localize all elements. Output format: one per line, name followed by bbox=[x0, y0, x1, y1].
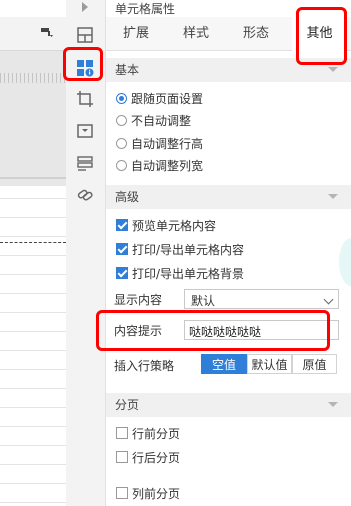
radio-auto-row-height[interactable]: 自动调整行高 bbox=[116, 134, 203, 152]
highlight-box-tooltip bbox=[96, 310, 330, 351]
radio-label: 跟随页面设置 bbox=[131, 91, 204, 106]
checkbox-indicator bbox=[116, 267, 128, 279]
tab-expand[interactable]: 扩展 bbox=[108, 17, 164, 51]
insert-default-button[interactable]: 默认值 bbox=[247, 354, 292, 374]
checkbox-page-before-col[interactable]: 列前分页 bbox=[116, 484, 180, 502]
section-advanced-title: 高级 bbox=[115, 190, 140, 204]
sheet-ruler bbox=[0, 51, 66, 186]
display-content-select[interactable]: 默认 bbox=[184, 289, 339, 309]
crop-icon[interactable] bbox=[74, 88, 96, 110]
panel-title: 单元格属性 bbox=[115, 2, 176, 16]
checkbox-page-after-row[interactable]: 行后分页 bbox=[116, 448, 180, 466]
radio-label: 自动调整列宽 bbox=[131, 158, 204, 173]
radio-follow-page[interactable]: 跟随页面设置 bbox=[116, 89, 203, 107]
checkbox-label: 预览单元格内容 bbox=[132, 218, 217, 233]
section-paging-title: 分页 bbox=[115, 398, 140, 412]
link-icon[interactable] bbox=[74, 184, 96, 206]
chevron-right-icon[interactable] bbox=[74, 0, 96, 14]
highlight-box-tab bbox=[296, 7, 347, 65]
radio-no-auto[interactable]: 不自动调整 bbox=[116, 111, 191, 129]
list-icon[interactable] bbox=[74, 153, 96, 175]
cell-layout-icon[interactable] bbox=[74, 24, 96, 46]
radio-indicator bbox=[116, 114, 127, 126]
radio-indicator bbox=[116, 92, 127, 104]
checkbox-label: 打印/导出单元格背景 bbox=[132, 266, 245, 281]
checkbox-indicator bbox=[116, 243, 128, 255]
tab-form[interactable]: 形态 bbox=[228, 17, 284, 51]
collapse-arrow-icon bbox=[328, 194, 338, 199]
display-content-value: 默认 bbox=[191, 294, 216, 308]
collapse-arrow-icon bbox=[328, 67, 338, 72]
sheet-grid[interactable] bbox=[0, 186, 66, 506]
section-basic-title: 基本 bbox=[115, 63, 140, 77]
insert-original-button[interactable]: 原值 bbox=[292, 354, 337, 374]
insert-empty-button[interactable]: 空值 bbox=[201, 354, 247, 374]
tab-style[interactable]: 样式 bbox=[168, 17, 224, 51]
dropdown-widget-icon[interactable] bbox=[74, 120, 96, 142]
checkbox-indicator bbox=[116, 487, 128, 499]
sheet-toolbar bbox=[0, 17, 66, 51]
radio-indicator bbox=[116, 159, 127, 171]
display-content-label: 显示内容 bbox=[114, 293, 163, 307]
collapse-arrow-icon bbox=[328, 402, 338, 407]
checkbox-label: 打印/导出单元格内容 bbox=[132, 242, 245, 257]
radio-auto-col-width[interactable]: 自动调整列宽 bbox=[116, 156, 203, 174]
radio-label: 自动调整行高 bbox=[131, 136, 204, 151]
checkbox-label: 行后分页 bbox=[132, 450, 181, 465]
chevron-down-icon bbox=[323, 294, 334, 305]
checkbox-print-background[interactable]: 打印/导出单元格背景 bbox=[116, 264, 244, 282]
section-paging-header[interactable]: 分页 bbox=[106, 393, 351, 417]
page-break-line bbox=[0, 242, 66, 243]
radio-label: 不自动调整 bbox=[131, 113, 192, 128]
format-painter-icon[interactable] bbox=[40, 26, 54, 40]
checkbox-print-content[interactable]: 打印/导出单元格内容 bbox=[116, 240, 244, 258]
checkbox-indicator bbox=[116, 427, 128, 439]
insert-row-strategy-label: 插入行策略 bbox=[114, 359, 175, 373]
highlight-box-icon bbox=[63, 47, 103, 81]
checkbox-indicator bbox=[116, 219, 128, 231]
checkbox-preview-content[interactable]: 预览单元格内容 bbox=[116, 216, 216, 234]
checkbox-label: 列前分页 bbox=[132, 486, 181, 501]
section-advanced-header[interactable]: 高级 bbox=[106, 185, 351, 209]
radio-indicator bbox=[116, 137, 127, 149]
checkbox-indicator bbox=[116, 451, 128, 463]
checkbox-label: 行前分页 bbox=[132, 426, 181, 441]
divider bbox=[0, 177, 66, 179]
checkbox-page-before-row[interactable]: 行前分页 bbox=[116, 424, 180, 442]
